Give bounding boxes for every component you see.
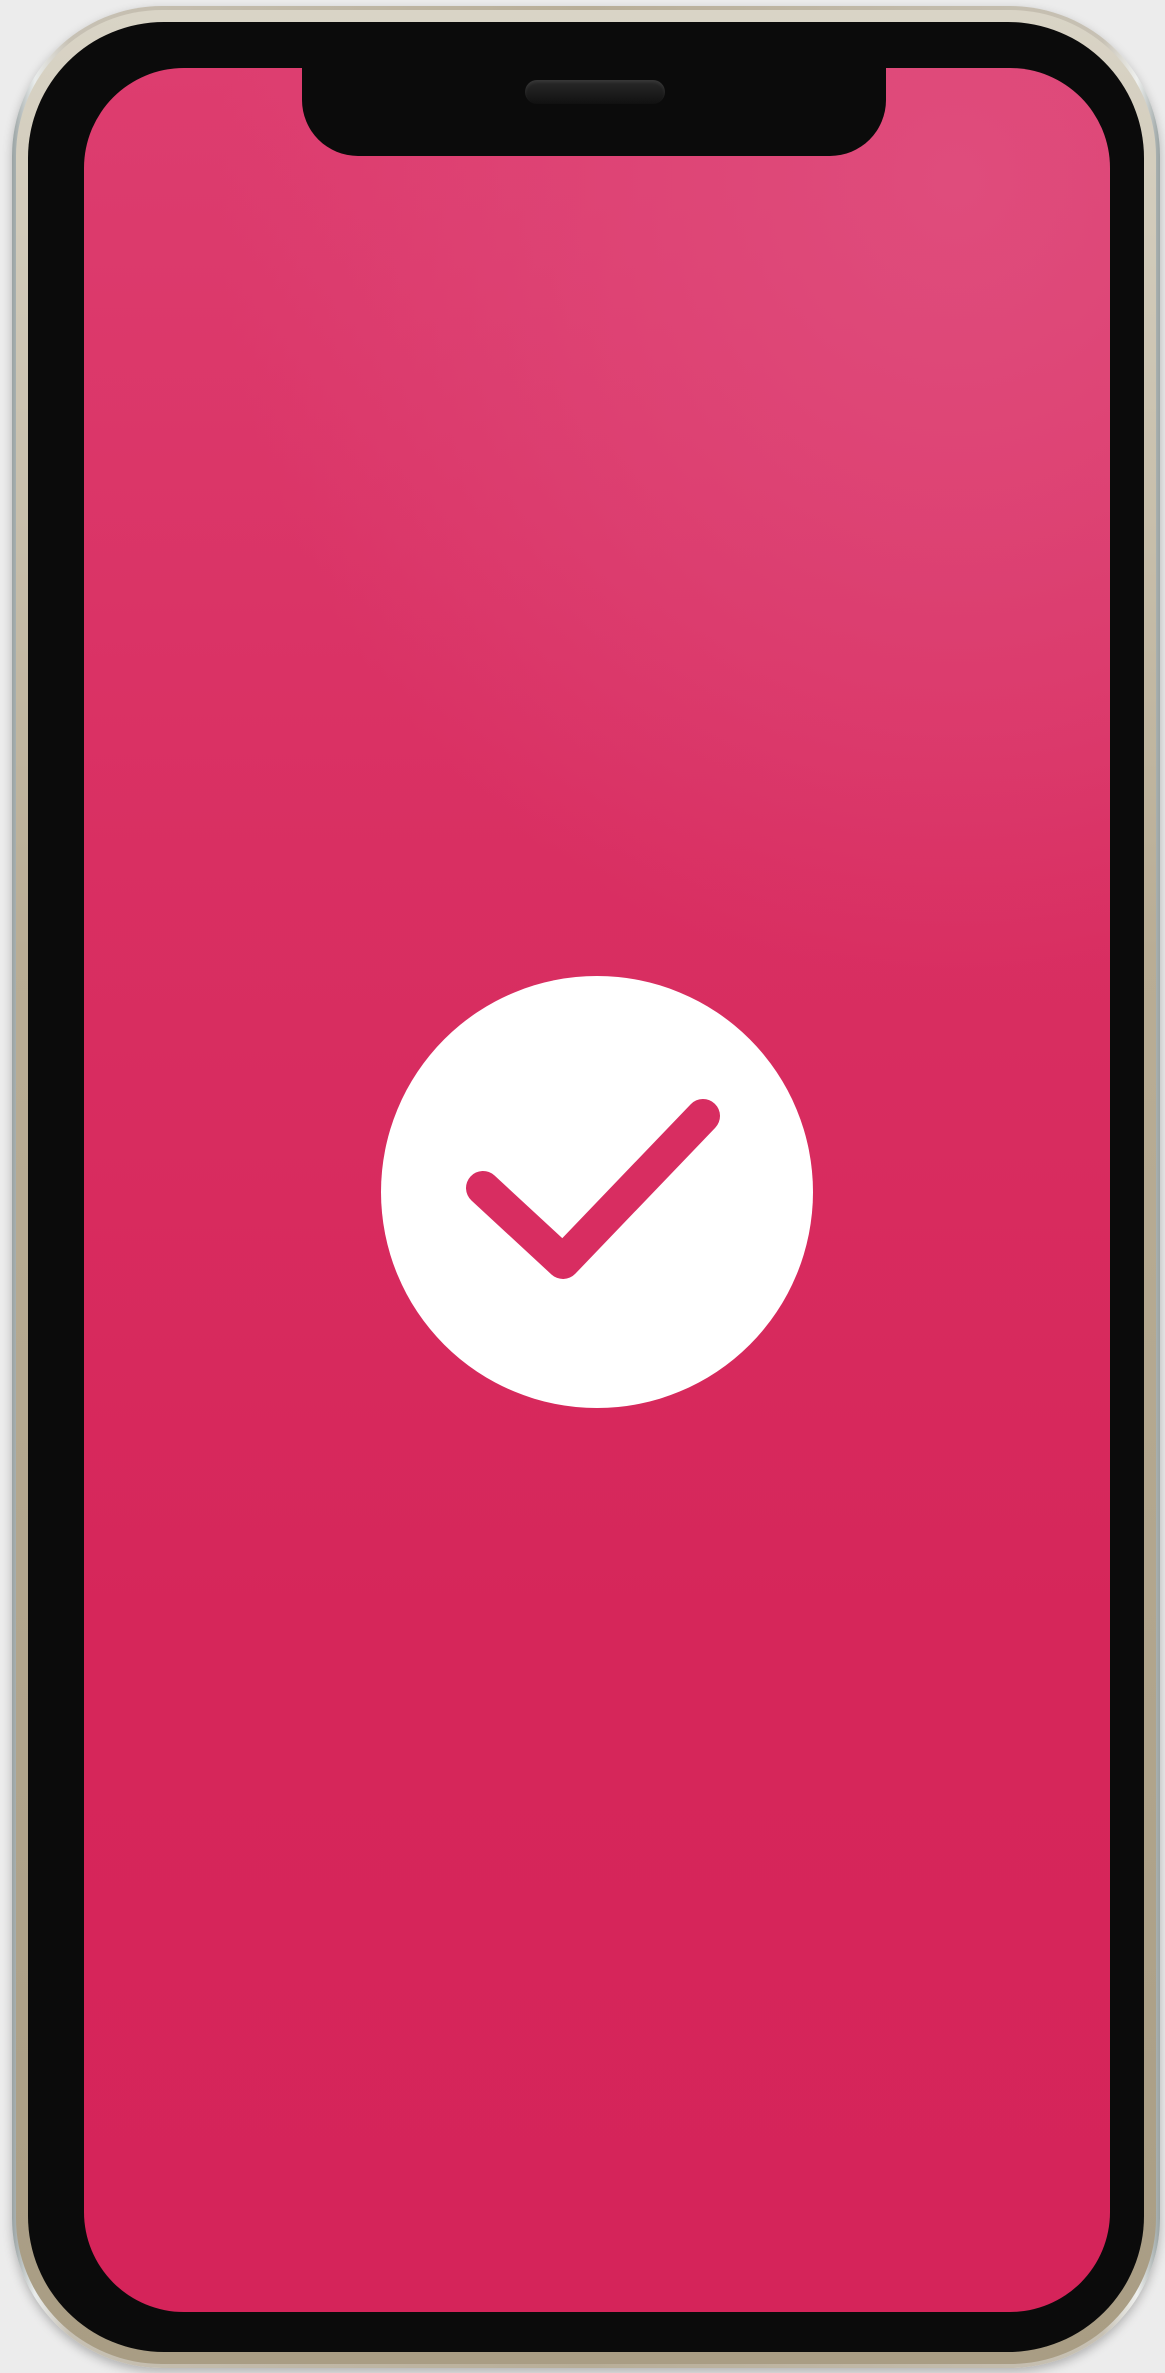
checkmark-icon [466, 1099, 720, 1279]
earpiece-speaker [525, 80, 665, 104]
success-badge [381, 976, 813, 1408]
page [0, 0, 1165, 2373]
